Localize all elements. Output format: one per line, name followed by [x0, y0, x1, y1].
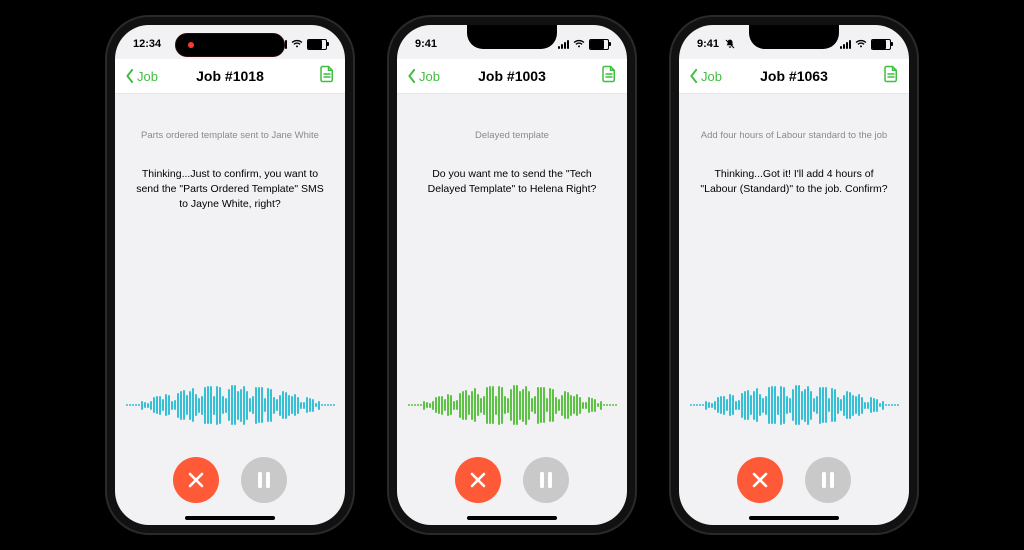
content-area: Parts ordered template sent to Jane Whit… [115, 94, 345, 525]
back-button[interactable]: Job [689, 69, 722, 84]
phone-screen: 9:41 Job Job #1063 [679, 25, 909, 525]
bell-slash-icon [725, 39, 735, 49]
home-indicator[interactable] [749, 516, 839, 520]
phone-screen: 9:41 Job Job #1003 Delayed template [397, 25, 627, 525]
document-icon[interactable] [319, 65, 335, 88]
cell-signal-icon [558, 40, 569, 49]
chevron-left-icon [125, 69, 135, 83]
battery-icon [589, 39, 609, 50]
phone-screen: 12:34 Job Job #1018 Parts or [115, 25, 345, 525]
back-button[interactable]: Job [407, 69, 440, 84]
dynamic-island [175, 33, 285, 57]
phone-frame: 9:41 Job Job #1003 Delayed template [387, 15, 637, 535]
stage: 12:34 Job Job #1018 Parts or [0, 0, 1024, 550]
pause-button[interactable] [805, 457, 851, 503]
pause-icon [256, 471, 272, 489]
status-time: 9:41 [697, 38, 719, 50]
status-icons [840, 39, 891, 50]
wifi-icon [573, 39, 585, 49]
page-title: Job #1003 [478, 68, 546, 84]
waveform-area [413, 375, 611, 435]
home-indicator[interactable] [467, 516, 557, 520]
pause-icon [538, 471, 554, 489]
content-area: Add four hours of Labour standard to the… [679, 94, 909, 525]
pause-button[interactable] [523, 457, 569, 503]
context-note: Add four hours of Labour standard to the… [695, 130, 893, 141]
x-icon [468, 470, 488, 490]
nav-bar: Job Job #1063 [679, 59, 909, 94]
back-button[interactable]: Job [125, 69, 158, 84]
status-time: 12:34 [133, 38, 161, 50]
back-label: Job [419, 69, 440, 84]
cancel-button[interactable] [737, 457, 783, 503]
cancel-button[interactable] [173, 457, 219, 503]
voice-controls [413, 435, 611, 525]
chevron-left-icon [689, 69, 699, 83]
nav-bar: Job Job #1003 [397, 59, 627, 94]
cell-signal-icon [840, 40, 851, 49]
wifi-icon [291, 39, 303, 49]
assistant-message: Thinking...Got it! I'll add 4 hours of "… [695, 167, 893, 197]
x-icon [186, 470, 206, 490]
assistant-message: Thinking...Just to confirm, you want to … [131, 167, 329, 213]
wifi-icon [855, 39, 867, 49]
cancel-button[interactable] [455, 457, 501, 503]
phone-frame: 12:34 Job Job #1018 Parts or [105, 15, 355, 535]
notch [749, 25, 839, 49]
notch [467, 25, 557, 49]
status-time: 9:41 [415, 38, 437, 50]
page-title: Job #1063 [760, 68, 828, 84]
document-icon[interactable] [883, 65, 899, 88]
battery-icon [307, 39, 327, 50]
recording-indicator-icon [188, 42, 194, 48]
assistant-message: Do you want me to send the "Tech Delayed… [413, 167, 611, 197]
voice-controls [131, 435, 329, 525]
back-label: Job [701, 69, 722, 84]
x-icon [750, 470, 770, 490]
context-note: Delayed template [413, 130, 611, 141]
waveform-icon [408, 381, 617, 429]
home-indicator[interactable] [185, 516, 275, 520]
nav-bar: Job Job #1018 [115, 59, 345, 94]
document-icon[interactable] [601, 65, 617, 88]
status-icons [558, 39, 609, 50]
page-title: Job #1018 [196, 68, 264, 84]
pause-button[interactable] [241, 457, 287, 503]
back-label: Job [137, 69, 158, 84]
waveform-area [695, 375, 893, 435]
waveform-icon [126, 381, 335, 429]
context-note: Parts ordered template sent to Jane Whit… [131, 130, 329, 141]
waveform-area [131, 375, 329, 435]
phone-frame: 9:41 Job Job #1063 [669, 15, 919, 535]
waveform-icon [690, 381, 899, 429]
battery-icon [871, 39, 891, 50]
pause-icon [820, 471, 836, 489]
chevron-left-icon [407, 69, 417, 83]
content-area: Delayed template Do you want me to send … [397, 94, 627, 525]
voice-controls [695, 435, 893, 525]
